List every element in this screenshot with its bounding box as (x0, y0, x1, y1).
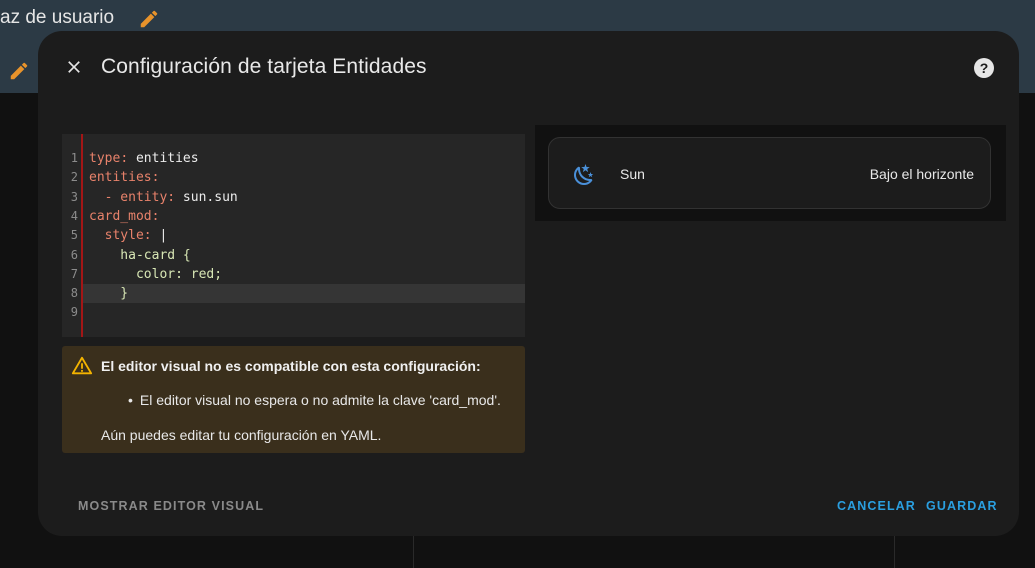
background-page-title: az de usuario (0, 7, 115, 28)
line-number: 1 (70, 151, 78, 165)
pencil-icon[interactable] (8, 60, 30, 82)
entity-name: Sun (620, 166, 645, 182)
alert-triangle-icon (71, 356, 93, 375)
line-number: 3 (70, 189, 78, 204)
code-line[interactable]: 1 type: entities (62, 149, 525, 168)
warning-title: El editor visual no es compatible con es… (101, 358, 481, 374)
code-line[interactable]: 4 card_mod: (62, 207, 525, 226)
yaml-key: type (89, 151, 121, 166)
warning-footer: Aún puedes editar tu configuración en YA… (101, 427, 382, 443)
code-text: ha-card { (89, 246, 191, 265)
close-button[interactable] (60, 53, 88, 81)
yaml-value: } (89, 286, 129, 302)
yaml-key: - entity (89, 189, 168, 205)
yaml-key: card_mod (89, 208, 152, 224)
code-text: color: red; (89, 265, 222, 284)
show-visual-editor-button[interactable]: MOSTRAR EDITOR VISUAL (78, 499, 264, 513)
code-line[interactable]: 6 ha-card { (62, 246, 525, 265)
pencil-icon[interactable] (138, 8, 160, 30)
code-line[interactable]: 7 color: red; (62, 265, 525, 284)
line-number: 4 (70, 208, 78, 223)
dialog-title: Configuración de tarjeta Entidades (101, 55, 427, 78)
code-line[interactable]: 2 entities: (62, 168, 525, 187)
code-line[interactable]: 3 - entity: sun.sun (62, 188, 525, 207)
save-button[interactable]: GUARDAR (926, 499, 998, 513)
entity-state: Bajo el horizonte (869, 166, 974, 182)
code-line[interactable]: 5 style: | (62, 226, 525, 245)
yaml-value: color: red; (89, 266, 223, 282)
yaml-code-editor[interactable]: 1 type: entities 2 entities: 3 - entity: sun… (62, 134, 525, 337)
yaml-value: ha-card { (89, 247, 191, 263)
line-number: 5 (70, 228, 78, 243)
close-icon (68, 61, 80, 73)
code-text: entities: (89, 170, 160, 186)
card-config-dialog: Configuración de tarjeta Entidades ? 1 ty… (38, 31, 1019, 536)
weather-night-icon (574, 164, 594, 186)
entity-row-sun[interactable]: Sun Bajo el horizonte (548, 137, 991, 209)
yaml-key: style (89, 228, 144, 244)
card-preview: Sun Bajo el horizonte (535, 125, 1006, 221)
line-number: 2 (70, 170, 78, 185)
help-circle-icon[interactable]: ? (972, 56, 996, 80)
cancel-button[interactable]: CANCELAR (837, 499, 916, 513)
code-text: } (89, 284, 128, 303)
code-text: - entity: sun.sun (89, 189, 238, 205)
code-text: type: entities (89, 151, 199, 166)
line-number: 9 (70, 305, 78, 320)
yaml-value: | (151, 228, 168, 244)
yaml-value: sun.sun (175, 189, 238, 205)
svg-text:?: ? (980, 60, 989, 76)
line-number: 7 (70, 266, 78, 281)
code-line[interactable]: 8 } (71, 284, 525, 304)
yaml-key: entities (89, 170, 152, 186)
code-line[interactable]: 9 (62, 303, 525, 322)
warning-bullet: El editor visual no espera o no admite l… (128, 392, 501, 408)
line-number: 8 (70, 286, 78, 301)
yaml-value: entities (128, 151, 199, 166)
line-number: 6 (70, 247, 78, 262)
code-text: style: | (89, 228, 168, 244)
code-text: card_mod: (89, 208, 160, 224)
unsupported-config-warning: El editor visual no es compatible con es… (62, 346, 525, 453)
